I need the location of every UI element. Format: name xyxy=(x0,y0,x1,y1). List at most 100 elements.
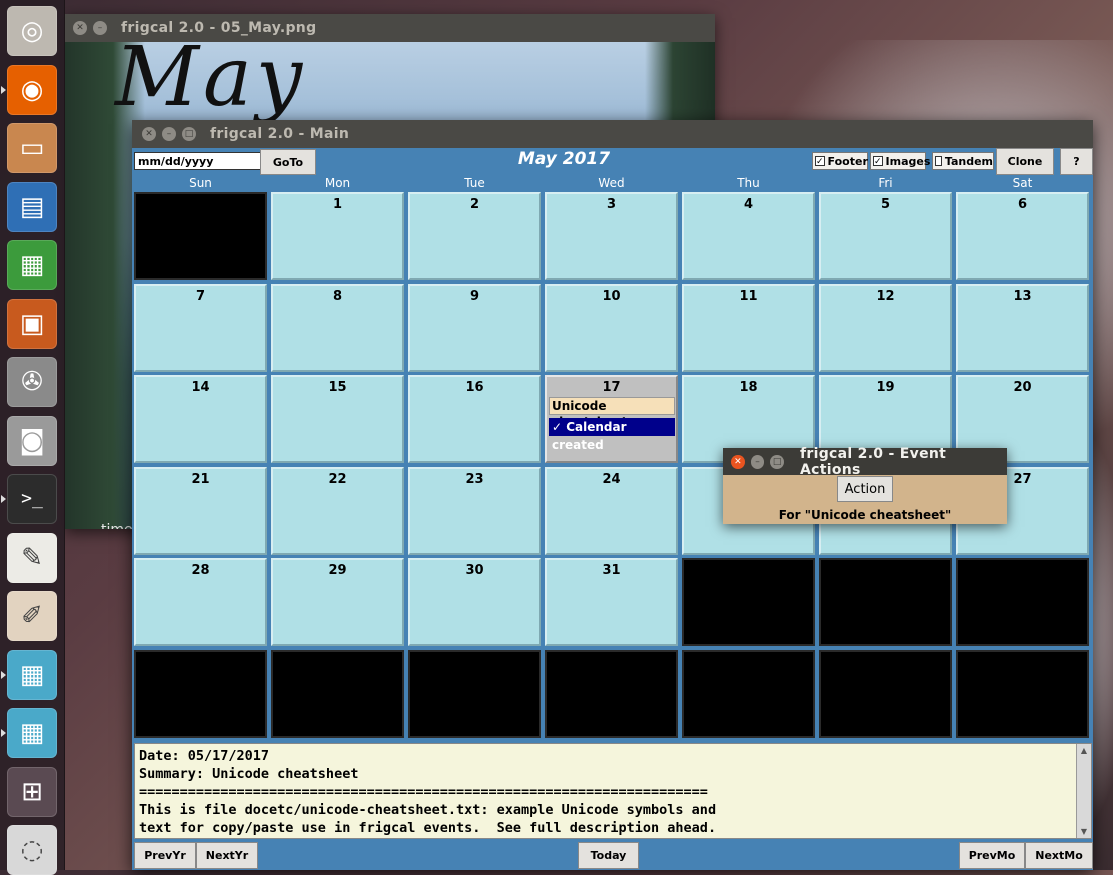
day-cell-16[interactable]: 16 xyxy=(408,375,541,464)
firefox-icon: ◉ xyxy=(20,74,44,105)
launcher-system-settings[interactable]: ✇ xyxy=(7,357,57,407)
launcher-camera[interactable]: ◙ xyxy=(7,415,57,466)
launcher-frigcal-2[interactable]: ▦ xyxy=(7,708,57,758)
day-number: 24 xyxy=(602,471,621,487)
footer-line: Summary: Unicode cheatsheet xyxy=(139,766,359,782)
launcher-workspaces[interactable]: ⊞ xyxy=(7,766,57,817)
event-entry-selected[interactable]: ✓ Calendar created xyxy=(549,418,675,452)
launcher-text-editor[interactable]: ✎ xyxy=(7,532,57,583)
event-actions-dialog[interactable]: ✕ – □ frigcal 2.0 - Event Actions Action… xyxy=(723,446,1007,524)
day-of-week-fri: Fri xyxy=(878,176,893,190)
images-toggle[interactable]: ✓ Images xyxy=(870,152,930,170)
launcher-terminal[interactable]: >_ xyxy=(7,474,57,524)
day-cell-31[interactable]: 31 xyxy=(545,558,678,647)
tandem-toggle[interactable]: Tandem xyxy=(932,152,994,170)
day-cell-29[interactable]: 29 xyxy=(271,558,404,647)
scroll-up-icon[interactable]: ▲ xyxy=(1079,746,1089,755)
footer-scrollbar[interactable]: ▲ ▼ xyxy=(1076,744,1091,838)
day-cell-24[interactable]: 24 xyxy=(545,466,678,555)
day-cell-10[interactable]: 10 xyxy=(545,283,678,372)
day-cell-28[interactable]: 28 xyxy=(134,558,267,647)
help-button[interactable]: ? xyxy=(1060,148,1093,175)
day-number: 31 xyxy=(602,563,621,579)
libreoffice-impress-icon: ▣ xyxy=(19,308,45,339)
day-cell-3[interactable]: 3 xyxy=(545,192,678,280)
launcher-files[interactable]: ▭ xyxy=(7,123,57,173)
day-of-week-wed: Wed xyxy=(598,176,625,190)
today-button[interactable]: Today xyxy=(578,842,639,869)
footer-line: ========================================… xyxy=(139,784,708,800)
day-cell-7[interactable]: 7 xyxy=(134,283,267,372)
day-of-week-mon: Mon xyxy=(324,176,351,190)
launcher-firefox[interactable]: ◉ xyxy=(7,64,57,115)
nextmo-button[interactable]: NextMo xyxy=(1025,842,1093,869)
close-icon[interactable]: ✕ xyxy=(731,454,745,469)
prevyr-button[interactable]: PrevYr xyxy=(134,842,196,869)
close-icon[interactable]: ✕ xyxy=(142,127,156,141)
day-cell-21[interactable]: 21 xyxy=(134,466,267,555)
goto-button[interactable]: GoTo xyxy=(260,149,316,175)
launcher-trash[interactable]: ◌ xyxy=(7,825,57,875)
launcher-frigcal-1[interactable]: ▦ xyxy=(7,649,57,700)
day-number: 2 xyxy=(469,197,480,212)
day-cell-11[interactable]: 11 xyxy=(682,283,815,372)
frigcal-1-icon: ▦ xyxy=(19,659,45,690)
day-cell-30[interactable]: 30 xyxy=(408,558,541,647)
launcher-libreoffice-impress[interactable]: ▣ xyxy=(7,298,57,349)
day-cell-22[interactable]: 22 xyxy=(271,466,404,555)
launcher-libreoffice-writer[interactable]: ▤ xyxy=(7,181,57,232)
footer-line: text for copy/paste use in frigcal event… xyxy=(139,820,717,836)
action-button[interactable]: Action xyxy=(837,476,893,502)
day-cell-17[interactable]: 17Unicode cheatsheet✓ Calendar created xyxy=(545,375,678,464)
scroll-down-icon[interactable]: ▼ xyxy=(1079,827,1089,836)
running-indicator xyxy=(1,85,6,94)
images-checkbox-icon[interactable]: ✓ xyxy=(873,156,883,167)
day-of-week-tue: Tue xyxy=(464,176,485,190)
event-entry[interactable]: Unicode cheatsheet xyxy=(549,397,675,429)
image-window-titlebar[interactable]: ✕ – frigcal 2.0 - 05_May.png xyxy=(65,14,715,42)
launcher-libreoffice-calc[interactable]: ▦ xyxy=(7,240,57,290)
minimize-icon[interactable]: – xyxy=(162,127,176,141)
footer-toggle[interactable]: ✓ Footer xyxy=(812,152,868,170)
day-cell-5[interactable]: 5 xyxy=(819,192,952,280)
footer-line: Date: 05/17/2017 xyxy=(139,748,270,764)
maximize-icon[interactable]: □ xyxy=(182,127,196,141)
drawing-icon: ✐ xyxy=(21,601,43,631)
day-number: 19 xyxy=(876,380,895,396)
day-cell-1[interactable]: 1 xyxy=(271,192,404,280)
day-cell-4[interactable]: 4 xyxy=(682,192,815,280)
minimize-icon[interactable]: – xyxy=(750,454,765,469)
day-cell-6[interactable]: 6 xyxy=(956,192,1089,280)
days-of-week-header: Sun Mon Tue Wed Thu Fri Sat xyxy=(132,174,1093,192)
main-window-titlebar[interactable]: ✕ – □ frigcal 2.0 - Main xyxy=(132,120,1093,148)
running-indicator xyxy=(1,729,6,737)
tandem-checkbox-icon[interactable] xyxy=(935,156,942,166)
close-icon[interactable]: ✕ xyxy=(73,21,87,35)
day-cell-15[interactable]: 15 xyxy=(271,375,404,464)
day-cell-8[interactable]: 8 xyxy=(271,283,404,372)
toolbar: GoTo May 2017 ✓ Footer ✓ Images Tandem C… xyxy=(132,148,1093,176)
clone-button[interactable]: Clone xyxy=(996,148,1054,175)
empty-day-cell xyxy=(819,650,952,738)
dialog-titlebar[interactable]: ✕ – □ frigcal 2.0 - Event Actions xyxy=(723,446,1007,478)
launcher-drawing[interactable]: ✐ xyxy=(7,591,57,641)
footer-checkbox-icon[interactable]: ✓ xyxy=(815,156,825,167)
event-footer[interactable]: Date: 05/17/2017 Summary: Unicode cheatsh… xyxy=(134,743,1092,839)
day-cell-13[interactable]: 13 xyxy=(956,283,1089,372)
minimize-icon[interactable]: – xyxy=(93,21,107,35)
day-number: 4 xyxy=(743,197,754,212)
launcher-dash-home[interactable]: ◎ xyxy=(7,6,57,56)
day-cell-23[interactable]: 23 xyxy=(408,466,541,555)
day-cell-14[interactable]: 14 xyxy=(134,375,267,464)
day-cell-12[interactable]: 12 xyxy=(819,283,952,372)
day-cell-9[interactable]: 9 xyxy=(408,283,541,372)
month-title: May 2017 xyxy=(517,149,611,169)
empty-day-cell xyxy=(682,650,815,738)
prevmo-button[interactable]: PrevMo xyxy=(959,842,1025,869)
empty-day-cell xyxy=(956,558,1089,647)
date-input[interactable] xyxy=(134,152,264,170)
day-cell-2[interactable]: 2 xyxy=(408,192,541,280)
day-number: 28 xyxy=(191,563,210,579)
nextyr-button[interactable]: NextYr xyxy=(196,842,258,869)
maximize-icon[interactable]: □ xyxy=(770,454,785,469)
